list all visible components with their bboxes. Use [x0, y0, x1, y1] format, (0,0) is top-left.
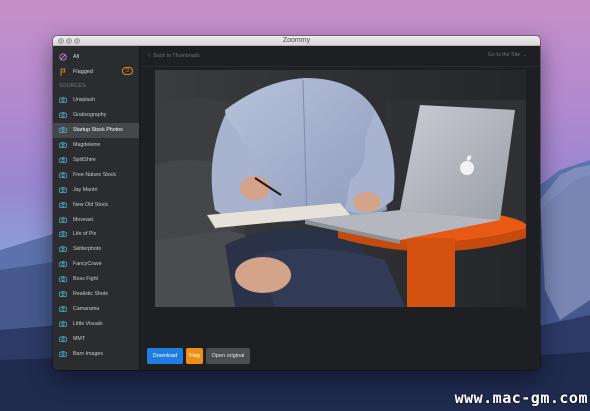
sidebar-item-fancycrave[interactable]: FancyCrave [53, 257, 139, 272]
sidebar-item-skitterphoto[interactable]: Skitterphoto [53, 242, 139, 257]
watermark-text: www.mac-gm.com [454, 389, 588, 407]
sidebar-source-label: Jay Mantri [73, 186, 98, 193]
sidebar: All Flagged 0 SOURCES Unsplash Gratisogr… [53, 46, 140, 370]
flagged-count-badge: 0 [122, 67, 133, 75]
app-window: Zoommy All Flagged 0 SOURCES Unsplash Gr… [53, 36, 540, 370]
sidebar-item-new-old-stock[interactable]: New Old Stock [53, 197, 139, 212]
download-button[interactable]: Download [147, 348, 183, 364]
sidebar-item-barn-images[interactable]: Barn Images [53, 346, 139, 361]
camera-icon [59, 246, 67, 253]
title-bar: Zoommy [53, 36, 540, 46]
sidebar-item-magdeleine[interactable]: Magdeleine [53, 138, 139, 153]
sidebar-item-startup-stock-photos[interactable]: Startup Stock Photos [53, 122, 139, 138]
flag-button[interactable]: Flag [186, 348, 203, 364]
camera-icon [59, 97, 67, 104]
sidebar-item-mmt[interactable]: MMT [53, 331, 139, 346]
sidebar-item-boss-fight[interactable]: Boss Fight [53, 272, 139, 287]
camera-icon [59, 335, 67, 342]
sidebar-item-realistic-shots[interactable]: Realistic Shots [53, 287, 139, 302]
sidebar-item-all[interactable]: All [53, 51, 139, 62]
sidebar-item-little-visuals[interactable]: Little Visuals [53, 316, 139, 331]
camera-icon [59, 157, 67, 163]
open-original-button[interactable]: Open original [206, 348, 250, 364]
photo-image [155, 70, 526, 307]
sidebar-source-label: Boss Fight [73, 276, 99, 283]
back-to-thumbnails-link[interactable]: ‹ Back to Thumbnails [148, 52, 200, 59]
sidebar-source-label: Free Nature Stock [73, 171, 116, 178]
sidebar-item-label: All [73, 53, 80, 60]
main-panel: ‹ Back to Thumbnails Go to the Site → Do… [141, 46, 540, 370]
camera-icon [59, 216, 67, 223]
sidebar-source-label: Realistic Shots [73, 291, 109, 298]
sidebar-item-camarama[interactable]: Camarama [53, 301, 139, 316]
camera-icon [59, 261, 67, 268]
sidebar-source-label: FancyCrave [73, 261, 102, 268]
camera-icon [59, 201, 67, 208]
sidebar-item-free-nature-stock[interactable]: Free Nature Stock [53, 167, 139, 182]
camera-icon [59, 276, 67, 283]
sources-heading: SOURCES [59, 83, 86, 89]
camera-icon [59, 291, 67, 298]
action-bar: Download Flag Open original [141, 338, 540, 370]
sidebar-item-unsplash[interactable]: Unsplash [53, 93, 139, 108]
photo-preview [155, 70, 526, 307]
camera-icon [59, 321, 67, 327]
camera-icon [59, 231, 67, 238]
sidebar-item-splitshire[interactable]: SplitShire [53, 153, 139, 168]
sidebar-item-life-of-pix[interactable]: Life of Pix [53, 227, 139, 242]
sidebar-item-moveast[interactable]: Moveast [53, 212, 139, 227]
sidebar-source-label: Camarama [73, 305, 100, 312]
camera-icon [59, 142, 67, 149]
sidebar-item-gratisography[interactable]: Gratisography [53, 108, 139, 123]
sidebar-item-flagged[interactable]: Flagged 0 [53, 66, 139, 77]
top-nav: ‹ Back to Thumbnails Go to the Site → [141, 46, 540, 67]
camera-icon [59, 350, 67, 357]
all-icon [59, 52, 67, 61]
sidebar-source-label: Little Visuals [73, 320, 103, 327]
sidebar-source-label: Life of Pix [73, 231, 97, 238]
sidebar-source-label: MMT [73, 335, 86, 342]
camera-icon [59, 127, 67, 134]
sidebar-source-label: Skitterphoto [73, 246, 102, 253]
camera-icon [59, 306, 67, 312]
sidebar-source-label: SplitShire [73, 157, 96, 163]
chevron-left-icon: ‹ [148, 52, 151, 59]
sidebar-source-label: Barn Images [73, 350, 104, 357]
sidebar-item-label: Flagged [73, 68, 93, 75]
sources-list: Unsplash Gratisography Startup Stock Pho… [53, 93, 139, 361]
camera-icon [59, 112, 67, 119]
flag-icon [60, 68, 66, 76]
go-to-site-link[interactable]: Go to the Site → [488, 52, 527, 58]
sidebar-source-label: Startup Stock Photos [73, 127, 123, 134]
sidebar-source-label: Magdeleine [73, 142, 101, 149]
sidebar-item-jay-mantri[interactable]: Jay Mantri [53, 182, 139, 197]
sidebar-source-label: New Old Stock [73, 201, 109, 208]
sidebar-source-label: Gratisography [73, 112, 107, 119]
sidebar-source-label: Unsplash [73, 97, 96, 104]
window-title: Zoommy [282, 37, 311, 44]
sidebar-source-label: Moveast [73, 216, 94, 223]
back-link-label: Back to Thumbnails [153, 52, 200, 59]
camera-icon [59, 187, 67, 193]
camera-icon [59, 172, 67, 178]
